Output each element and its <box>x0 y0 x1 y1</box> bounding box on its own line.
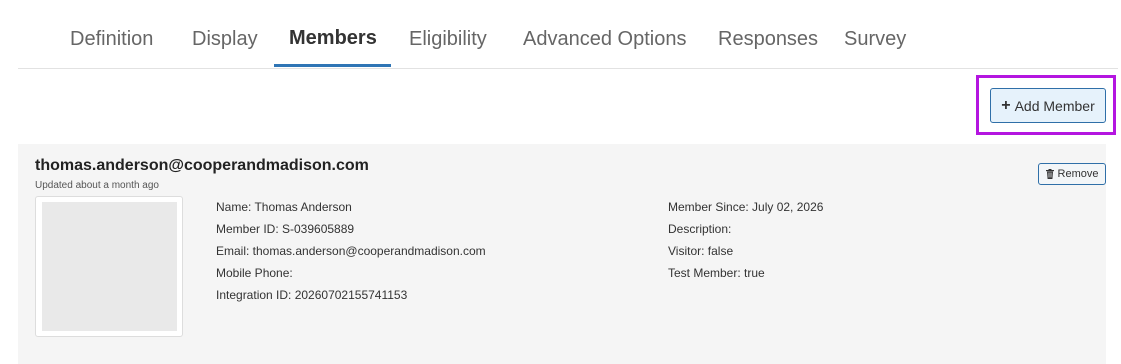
member-card: thomas.anderson@cooperandmadison.com Upd… <box>18 144 1106 364</box>
remove-button[interactable]: Remove <box>1038 163 1106 185</box>
add-member-label: Add Member <box>1014 97 1095 114</box>
avatar <box>35 196 183 337</box>
member-visitor: Visitor: false <box>668 244 734 258</box>
member-since: Member Since: July 02, 2026 <box>668 200 824 214</box>
plus-icon: + <box>1001 96 1011 114</box>
tab-eligibility[interactable]: Eligibility <box>409 28 487 51</box>
remove-label: Remove <box>1057 168 1099 180</box>
member-mobile-phone: Mobile Phone: <box>216 266 293 280</box>
tab-definition[interactable]: Definition <box>70 28 153 51</box>
tab-responses[interactable]: Responses <box>718 28 818 51</box>
member-email: Email: thomas.anderson@cooperandmadison.… <box>216 244 486 258</box>
member-test-member: Test Member: true <box>668 266 765 280</box>
add-member-button[interactable]: + Add Member <box>990 88 1106 123</box>
member-integration-id: Integration ID: 20260702155741153 <box>216 288 408 302</box>
member-email-heading: thomas.anderson@cooperandmadison.com <box>35 157 369 174</box>
member-description: Description: <box>668 222 732 236</box>
trash-icon <box>1045 169 1054 179</box>
tab-members[interactable]: Members <box>289 27 377 50</box>
tab-bar: Definition Display Members Eligibility A… <box>18 0 1118 69</box>
tab-survey[interactable]: Survey <box>844 28 906 51</box>
active-tab-indicator <box>274 64 391 67</box>
tab-display[interactable]: Display <box>192 28 258 51</box>
member-updated-text: Updated about a month ago <box>35 180 159 191</box>
avatar-placeholder <box>42 202 177 331</box>
member-id: Member ID: S-039605889 <box>216 222 355 236</box>
tab-advanced-options[interactable]: Advanced Options <box>523 28 686 51</box>
member-name: Name: Thomas Anderson <box>216 200 352 214</box>
